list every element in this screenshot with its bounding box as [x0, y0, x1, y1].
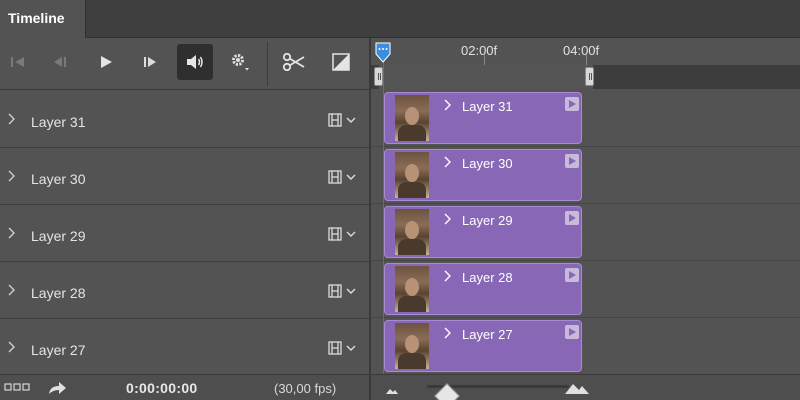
work-area-bar[interactable] [371, 65, 800, 89]
go-to-first-frame-button[interactable] [0, 44, 36, 80]
zoom-in-icon[interactable] [564, 381, 590, 395]
layer-name: Layer 31 [31, 114, 86, 130]
video-clip[interactable]: Layer 27 [384, 320, 582, 372]
video-clip[interactable]: Layer 28 [384, 263, 582, 315]
layer-name: Layer 28 [31, 285, 86, 301]
clip-label: Layer 27 [462, 327, 513, 342]
chevron-down-icon[interactable] [346, 117, 356, 124]
clip-label: Layer 28 [462, 270, 513, 285]
zoom-out-icon[interactable] [385, 387, 399, 395]
chevron-down-icon[interactable] [346, 345, 356, 352]
layer-row-31[interactable]: Layer 31 [0, 91, 369, 148]
chevron-right-icon[interactable] [443, 327, 451, 339]
chevron-right-icon[interactable] [7, 113, 15, 125]
gear-icon [232, 54, 249, 71]
layer-name: Layer 29 [31, 228, 86, 244]
tab-timeline[interactable]: Timeline [0, 0, 86, 38]
settings-button[interactable] [222, 44, 258, 80]
layer-row-29[interactable]: Layer 29 [0, 205, 369, 262]
clip-menu-icon[interactable] [565, 97, 579, 111]
timeline-track-area: 02:00f 04:00f Layer 31 Layer 30 Layer 29… [371, 38, 800, 400]
previous-frame-button[interactable] [42, 44, 78, 80]
transition-icon [332, 53, 350, 71]
clip-menu-icon[interactable] [565, 268, 579, 282]
video-clip[interactable]: Layer 31 [384, 92, 582, 144]
chevron-right-icon[interactable] [443, 213, 451, 225]
scissors-icon [282, 53, 305, 71]
film-icon[interactable] [328, 113, 342, 127]
chevron-right-icon[interactable] [443, 99, 451, 111]
track-row: Layer 31 [371, 90, 800, 147]
playhead-icon[interactable] [374, 42, 392, 64]
video-clip[interactable]: Layer 29 [384, 206, 582, 258]
play-button[interactable] [88, 44, 124, 80]
chevron-down-icon[interactable] [346, 174, 356, 181]
clip-thumbnail [395, 266, 429, 312]
track-row: Layer 30 [371, 147, 800, 204]
current-time[interactable]: 0:00:00:00 [126, 380, 198, 396]
layer-row-27[interactable]: Layer 27 [0, 319, 369, 376]
skip-back-icon [11, 57, 24, 67]
ruler-mark: 02:00f [461, 43, 498, 58]
chevron-down-icon[interactable] [346, 288, 356, 295]
frame-animation-icon[interactable] [4, 383, 30, 391]
chevron-right-icon[interactable] [7, 170, 15, 182]
layer-name: Layer 27 [31, 342, 86, 358]
clip-tracks: Layer 31 Layer 30 Layer 29 Layer 28 Laye… [371, 90, 800, 374]
zoom-bar [371, 374, 800, 400]
work-area-end-handle[interactable] [585, 67, 594, 86]
timeline-toolbar [0, 38, 369, 90]
chevron-down-icon[interactable] [346, 231, 356, 238]
tab-timeline-label: Timeline [8, 10, 65, 26]
ruler-tick [586, 55, 587, 65]
layer-row-30[interactable]: Layer 30 [0, 148, 369, 205]
mute-audio-button[interactable] [177, 44, 213, 80]
track-row: Layer 29 [371, 204, 800, 261]
timeline-status-bar: 0:00:00:00 (30,00 fps) [0, 374, 369, 400]
layer-name: Layer 30 [31, 171, 86, 187]
frame-rate: (30,00 fps) [274, 381, 337, 396]
clip-menu-icon[interactable] [565, 211, 579, 225]
track-row: Layer 28 [371, 261, 800, 318]
clip-thumbnail [395, 209, 429, 255]
clip-label: Layer 30 [462, 156, 513, 171]
next-frame-button[interactable] [132, 44, 168, 80]
time-ruler[interactable]: 02:00f 04:00f [371, 38, 800, 65]
clip-label: Layer 29 [462, 213, 513, 228]
layers-panel: Layer 31 Layer 30 Layer 29 Layer 28 Laye… [0, 38, 369, 400]
chevron-right-icon[interactable] [7, 284, 15, 296]
film-icon[interactable] [328, 170, 342, 184]
film-icon[interactable] [328, 227, 342, 241]
clip-thumbnail [395, 152, 429, 198]
work-area-range[interactable] [379, 65, 593, 89]
ruler-tick [484, 55, 485, 65]
speaker-icon [187, 55, 203, 69]
chevron-right-icon[interactable] [7, 227, 15, 239]
split-at-playhead-button[interactable] [276, 44, 312, 80]
clip-label: Layer 31 [462, 99, 513, 114]
clip-thumbnail [395, 323, 429, 369]
step-forward-icon [144, 57, 156, 67]
work-area-start-handle[interactable] [374, 67, 383, 86]
transition-button[interactable] [323, 44, 359, 80]
chevron-right-icon[interactable] [443, 156, 451, 168]
film-icon[interactable] [328, 284, 342, 298]
layer-row-28[interactable]: Layer 28 [0, 262, 369, 319]
clip-menu-icon[interactable] [565, 154, 579, 168]
playhead-line [383, 50, 384, 400]
panel-tab-bar: Timeline [0, 0, 800, 38]
clip-menu-icon[interactable] [565, 325, 579, 339]
play-icon [101, 56, 112, 68]
track-row: Layer 27 [371, 318, 800, 374]
chevron-right-icon[interactable] [443, 270, 451, 282]
ruler-mark: 04:00f [563, 43, 600, 58]
film-icon[interactable] [328, 341, 342, 355]
step-back-icon [54, 57, 66, 67]
toolbar-divider [267, 42, 268, 86]
chevron-right-icon[interactable] [7, 341, 15, 353]
render-video-icon[interactable] [47, 380, 67, 396]
video-clip[interactable]: Layer 30 [384, 149, 582, 201]
clip-thumbnail [395, 95, 429, 141]
